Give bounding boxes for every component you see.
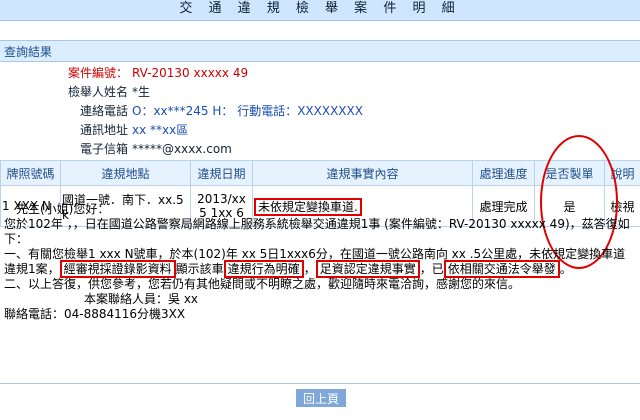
- email-value: *****@xxxx.com: [132, 142, 232, 156]
- highlight-clear-violation: 違規行為明確: [223, 260, 304, 278]
- col-header-location: 違規地點: [60, 160, 191, 186]
- section-title: 查詢結果: [0, 40, 640, 62]
- reply-text: 先生(小姐)您好： 您於102年 ，，日在國道公路警察局網路線上服務系統檢舉交通…: [4, 202, 636, 322]
- highlight-evidence: 經審視採證錄影資料: [59, 260, 176, 278]
- reporter-name-row: 檢舉人姓名 *生: [0, 83, 640, 102]
- reply-greeting: 先生(小姐)您好：: [16, 202, 110, 216]
- address-row: 通訊地址 xx **xx區: [0, 121, 640, 140]
- case-no-label: 案件編號：: [67, 66, 128, 80]
- reply-para2-b: 顯示該車: [175, 262, 224, 276]
- reply-contact-phone: 聯絡電話：04-8884116分機3XX: [4, 307, 186, 321]
- phone-value: O：xx***245 H： 行動電話：XXXXXXXX: [132, 104, 363, 118]
- case-details: 案件編號： RV-20130 xxxxx 49 檢舉人姓名 *生 連絡電話 O：…: [0, 64, 640, 159]
- reply-contact-person: 本案聯絡人員：吳 xx: [84, 292, 199, 306]
- phone-row: 連絡電話 O：xx***245 H： 行動電話：XXXXXXXX: [0, 102, 640, 121]
- case-no-value: RV-20130 xxxxx 49: [132, 66, 249, 80]
- case-no-row: 案件編號： RV-20130 xxxxx 49: [0, 64, 640, 83]
- reporter-name-label: 檢舉人姓名: [67, 85, 128, 99]
- address-label: 通訊地址: [79, 123, 128, 137]
- reply-para2-e: 。: [559, 262, 572, 276]
- reply-para2-c: ，: [303, 262, 316, 276]
- highlight-reported: 依相關交通法令舉發: [443, 260, 560, 278]
- reply-para1: 您於102年 ，，日在國道公路警察局網路線上服務系統檢舉交通違規1事 (案件編號…: [4, 217, 630, 246]
- email-row: 電子信箱 *****@xxxx.com: [0, 140, 640, 159]
- col-header-plate: 牌照號碼: [0, 160, 61, 186]
- col-header-violation: 違規事實內容: [252, 160, 473, 186]
- reply-para3: 二、以上答復，供您參考，您若仍有其他疑問或不明瞭之處，歡迎隨時來電洽詢，感謝您的…: [4, 277, 521, 291]
- highlight-confirm-fact: 足資認定違規事實: [315, 260, 420, 278]
- divider: [0, 383, 640, 384]
- phone-label: 連絡電話: [79, 104, 128, 118]
- address-value: xx **xx區: [132, 123, 189, 137]
- email-label: 電子信箱: [79, 142, 128, 156]
- page-title: 交 通 違 規 檢 舉 案 件 明 細: [0, 0, 640, 21]
- col-header-status: 處理進度: [472, 160, 535, 186]
- back-button[interactable]: 回上頁: [296, 389, 346, 407]
- col-header-date: 違規日期: [190, 160, 253, 186]
- reporter-name-value: *生: [132, 85, 151, 99]
- reply-para2-d: ，已: [419, 262, 444, 276]
- reply-para2: 一、有關您檢舉1 xxx N號車，於本(102)年 xx 5日1xxx6分，在國…: [4, 247, 636, 278]
